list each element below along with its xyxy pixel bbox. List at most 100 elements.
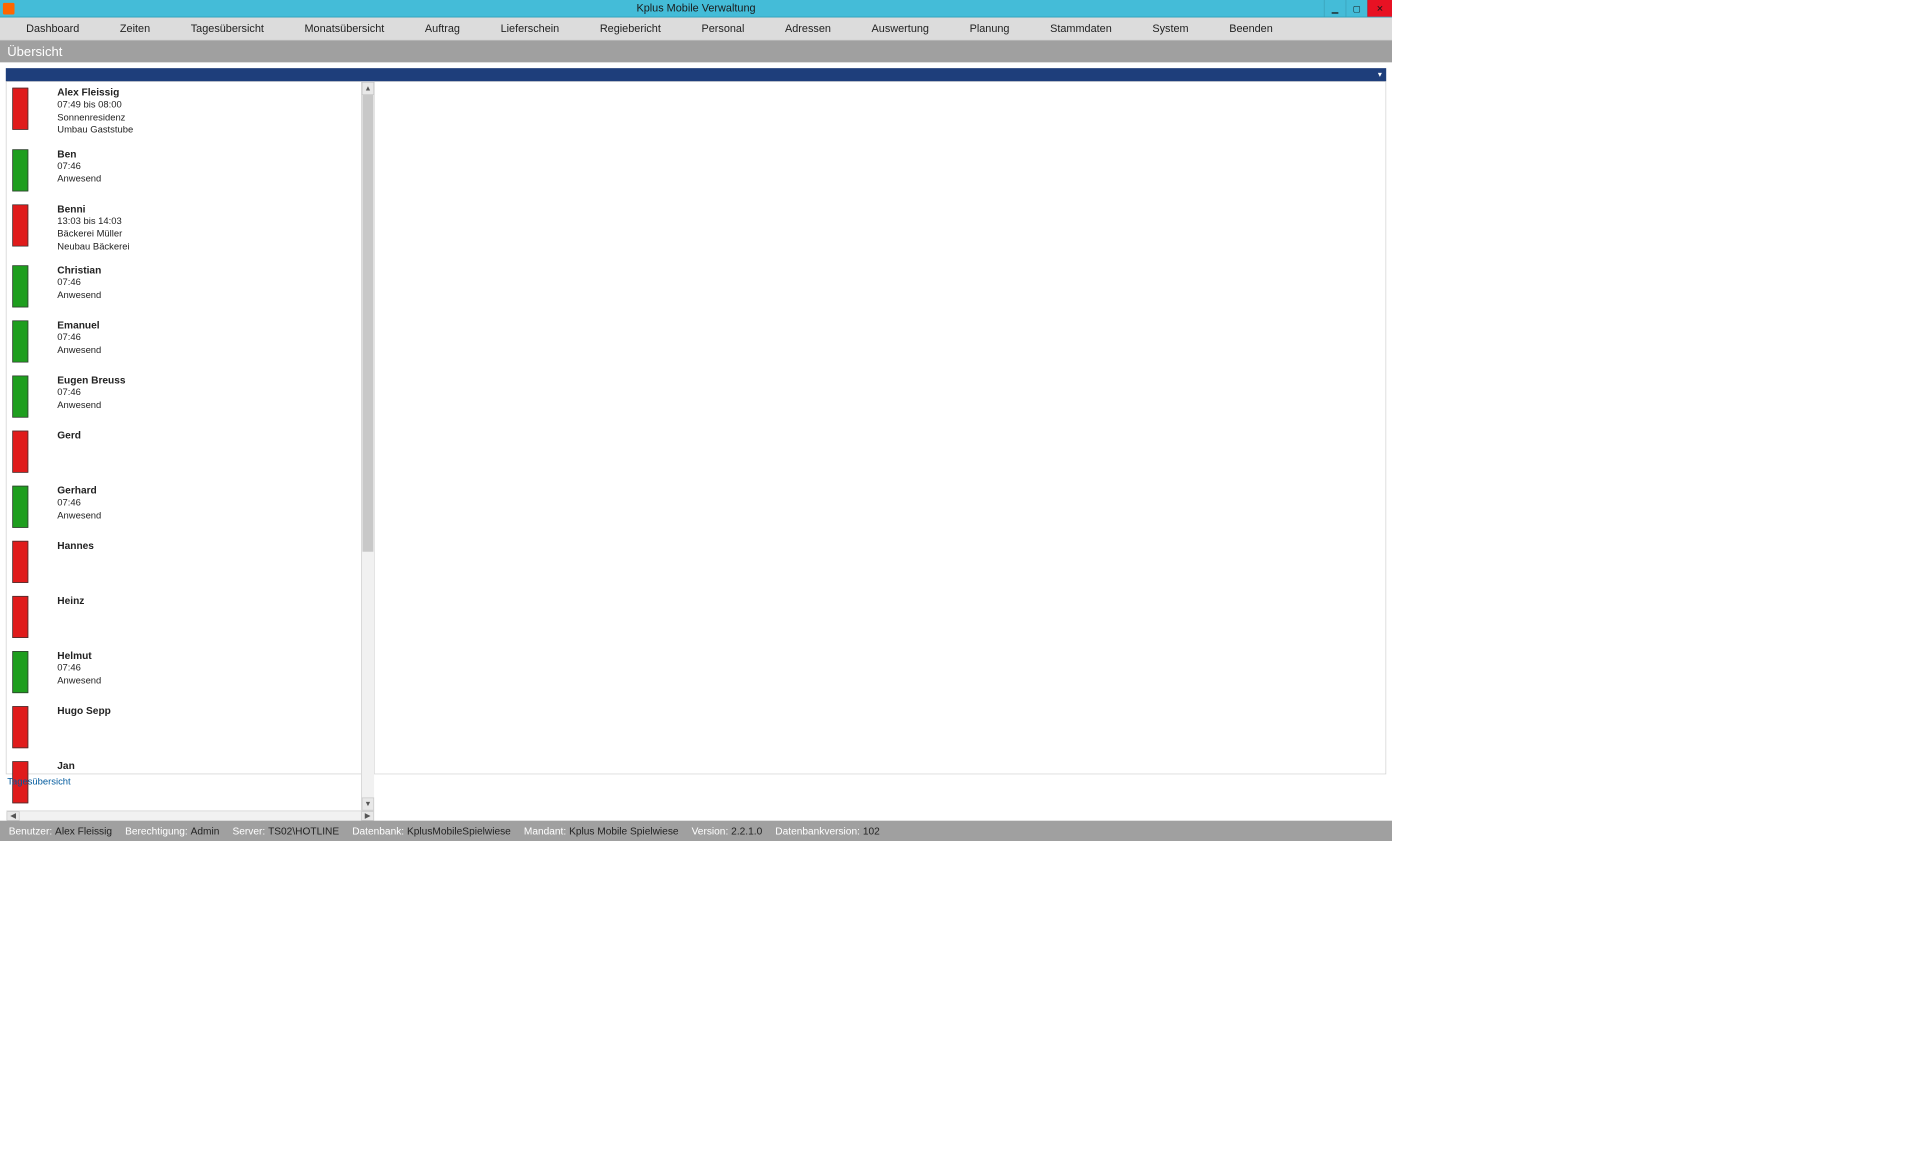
maximize-button[interactable]: ▢ <box>1346 0 1368 17</box>
list-item[interactable]: Christian07:46Anwesend <box>7 260 362 315</box>
entry-text: Ben07:46Anwesend <box>57 148 101 192</box>
content-area: Alex Fleissig07:49 bis 08:00Sonnenreside… <box>6 81 1386 774</box>
close-button[interactable]: ✕ <box>1367 0 1392 17</box>
menu-zeiten[interactable]: Zeiten <box>100 22 171 34</box>
entry-name: Helmut <box>57 650 101 662</box>
entry-line: Anwesend <box>57 399 125 412</box>
status-label-user: Benutzer: <box>9 825 52 837</box>
entry-name: Gerhard <box>57 485 101 497</box>
menu-monatsuebersicht[interactable]: Monatsübersicht <box>284 22 404 34</box>
status-db: KplusMobileSpielwiese <box>407 825 511 837</box>
list-item[interactable]: Helmut07:46Anwesend <box>7 645 362 700</box>
entry-line: 07:49 bis 08:00 <box>57 98 133 111</box>
list-item[interactable]: Gerhard07:46Anwesend <box>7 480 362 535</box>
entry-name: Jan <box>57 760 74 772</box>
scroll-right-arrow-icon[interactable]: ▶ <box>361 811 374 820</box>
chevron-down-icon[interactable]: ▾ <box>1378 70 1382 79</box>
list-item[interactable]: Hannes <box>7 535 362 590</box>
menu-tagesuebersicht[interactable]: Tagesübersicht <box>170 22 284 34</box>
entry-text: Hannes <box>57 540 94 584</box>
app-icon <box>3 3 15 15</box>
entry-name: Eugen Breuss <box>57 374 125 386</box>
minimize-button[interactable]: ▁ <box>1324 0 1346 17</box>
status-indicator <box>12 431 28 473</box>
section-title: Übersicht <box>7 44 62 59</box>
entry-line: 07:46 <box>57 159 101 172</box>
entry-text: Gerhard07:46Anwesend <box>57 485 101 528</box>
menu-dashboard[interactable]: Dashboard <box>6 22 100 34</box>
menu-system[interactable]: System <box>1132 22 1209 34</box>
entry-line: 07:46 <box>57 386 125 399</box>
menubar: Dashboard Zeiten Tagesübersicht Monatsüb… <box>0 17 1392 40</box>
status-indicator <box>12 88 28 130</box>
status-label-mandant: Mandant: <box>524 825 566 837</box>
status-indicator <box>12 706 28 748</box>
status-dbver: 102 <box>863 825 880 837</box>
menu-auftrag[interactable]: Auftrag <box>405 22 481 34</box>
list-item[interactable]: Eugen Breuss07:46Anwesend <box>7 370 362 425</box>
list-item[interactable]: Emanuel07:46Anwesend <box>7 315 362 370</box>
status-label-perm: Berechtigung: <box>125 825 188 837</box>
entry-text: Hugo Sepp <box>57 705 111 749</box>
status-indicator <box>12 321 28 363</box>
entry-line: 07:46 <box>57 496 101 509</box>
hscroll-track[interactable] <box>20 811 361 820</box>
entry-name: Ben <box>57 148 101 160</box>
entry-name: Emanuel <box>57 319 101 331</box>
entry-line: Anwesend <box>57 344 101 357</box>
scroll-up-arrow-icon[interactable]: ▲ <box>362 82 374 95</box>
entry-line: 07:46 <box>57 331 101 344</box>
window-controls: ▁ ▢ ✕ <box>1324 0 1392 17</box>
status-mandant: Kplus Mobile Spielwiese <box>569 825 678 837</box>
status-version: 2.2.1.0 <box>731 825 762 837</box>
menu-beenden[interactable]: Beenden <box>1209 22 1293 34</box>
list-item[interactable]: Alex Fleissig07:49 bis 08:00Sonnenreside… <box>7 82 362 143</box>
titlebar: Kplus Mobile Verwaltung ▁ ▢ ✕ <box>0 0 1392 17</box>
entry-line: Umbau Gaststube <box>57 123 133 136</box>
menu-personal[interactable]: Personal <box>681 22 765 34</box>
status-user: Alex Fleissig <box>55 825 112 837</box>
status-label-db: Datenbank: <box>352 825 404 837</box>
list-item[interactable]: Ben07:46Anwesend <box>7 143 362 198</box>
menu-stammdaten[interactable]: Stammdaten <box>1030 22 1132 34</box>
list-item[interactable]: Heinz <box>7 590 362 645</box>
scroll-down-arrow-icon[interactable]: ▼ <box>362 798 374 811</box>
panel-header-strip[interactable]: ▾ <box>6 68 1386 81</box>
list-item[interactable]: Hugo Sepp <box>7 701 362 756</box>
horizontal-scrollbar[interactable]: ◀ ▶ <box>7 811 375 821</box>
tagesuebersicht-link[interactable]: Tagesübersicht <box>7 776 70 787</box>
entry-text: Gerd <box>57 429 81 473</box>
menu-adressen[interactable]: Adressen <box>765 22 852 34</box>
entry-name: Alex Fleissig <box>57 86 133 98</box>
status-label-server: Server: <box>232 825 265 837</box>
scroll-thumb[interactable] <box>363 95 374 552</box>
entry-line: Sonnenresidenz <box>57 111 133 124</box>
status-indicator <box>12 486 28 528</box>
list-item[interactable]: Benni13:03 bis 14:03Bäckerei MüllerNeuba… <box>7 198 362 259</box>
scroll-left-arrow-icon[interactable]: ◀ <box>7 811 20 820</box>
menu-planung[interactable]: Planung <box>949 22 1030 34</box>
status-label-dbver: Datenbankversion: <box>775 825 860 837</box>
status-indicator <box>12 541 28 583</box>
menu-auswertung[interactable]: Auswertung <box>851 22 949 34</box>
entry-name: Heinz <box>57 595 84 607</box>
vertical-scrollbar[interactable]: ▲ ▼ <box>361 82 374 811</box>
list-item[interactable]: Gerd <box>7 425 362 480</box>
section-header: Übersicht <box>0 41 1392 63</box>
window-title: Kplus Mobile Verwaltung <box>636 2 755 14</box>
list-scroll-area: Alex Fleissig07:49 bis 08:00Sonnenreside… <box>7 82 375 811</box>
entry-name: Christian <box>57 264 101 276</box>
detail-panel <box>375 82 1386 774</box>
menu-lieferschein[interactable]: Lieferschein <box>480 22 579 34</box>
entry-line: Anwesend <box>57 172 101 185</box>
entry-name: Hugo Sepp <box>57 705 111 717</box>
entry-name: Benni <box>57 203 129 215</box>
entry-name: Hannes <box>57 540 94 552</box>
entry-text: Helmut07:46Anwesend <box>57 650 101 694</box>
entry-text: Eugen Breuss07:46Anwesend <box>57 374 125 418</box>
entry-text: Emanuel07:46Anwesend <box>57 319 101 363</box>
entry-line: 13:03 bis 14:03 <box>57 214 129 227</box>
employee-list: Alex Fleissig07:49 bis 08:00Sonnenreside… <box>7 82 362 811</box>
statusbar: Benutzer:Alex Fleissig Berechtigung:Admi… <box>0 821 1392 841</box>
menu-regiebericht[interactable]: Regiebericht <box>580 22 682 34</box>
